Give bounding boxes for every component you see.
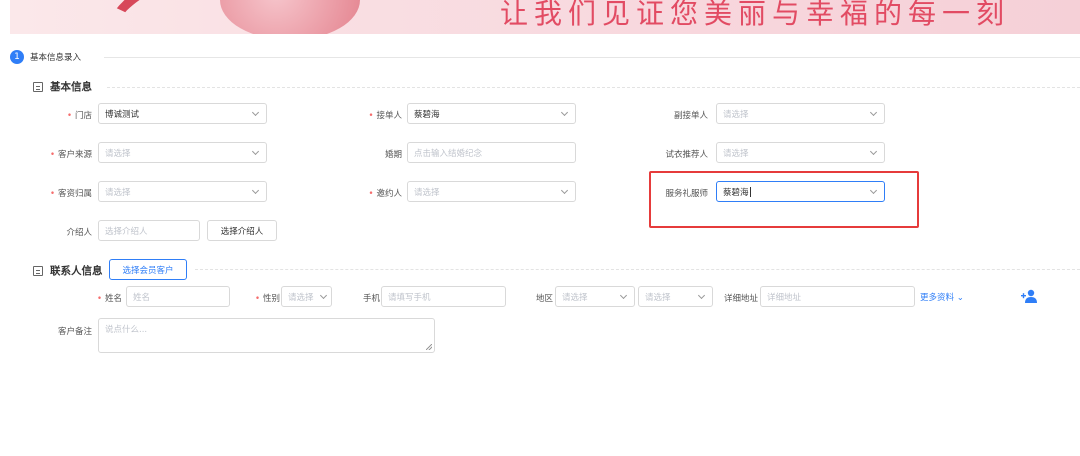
region-label: 地区: [535, 294, 553, 304]
step-number: 1: [10, 50, 24, 64]
phone-input[interactable]: 请填写手机: [381, 286, 506, 307]
add-contact-icon[interactable]: [1021, 289, 1039, 303]
receiver-label: • 接单人: [368, 111, 402, 121]
vice-receiver-label: 副接单人: [673, 111, 708, 121]
region-province-select[interactable]: 请选择: [555, 286, 635, 307]
inviter-label: • 邀约人: [368, 189, 402, 199]
section-contact-info: 联系人信息: [33, 263, 103, 278]
section-title: 联系人信息: [50, 265, 103, 277]
source-label: • 客户来源: [49, 150, 92, 160]
chevron-down-icon: [560, 186, 569, 195]
chevron-down-icon: [697, 291, 706, 300]
phone-label: 手机: [362, 294, 380, 304]
gender-label: • 性别: [254, 294, 280, 304]
remark-label: 客户备注: [57, 327, 92, 337]
step-title: 基本信息录入: [30, 53, 82, 63]
more-info-link[interactable]: 更多资料 ⌄: [920, 291, 964, 303]
step-header: 1 基本信息录入: [10, 50, 81, 64]
chevron-down-icon: [251, 108, 260, 117]
remark-textarea[interactable]: 说点什么...: [98, 318, 435, 353]
chevron-down-icon: ⌄: [956, 293, 964, 303]
promo-banner: 让我们见证您美丽与幸福的每一刻: [10, 0, 1080, 34]
store-select[interactable]: 博诚测试: [98, 103, 267, 124]
section-title: 基本信息: [50, 81, 92, 93]
name-label: • 姓名: [96, 294, 122, 304]
address-label: 详细地址: [723, 294, 758, 304]
chevron-down-icon: [869, 108, 878, 117]
wedding-label: 婚期: [384, 150, 402, 160]
introducer-input[interactable]: 选择介绍人: [98, 220, 200, 241]
contact-card-icon: [33, 265, 43, 276]
wedding-date-input[interactable]: 点击输入结婚纪念: [407, 142, 576, 163]
resize-handle[interactable]: [426, 344, 432, 350]
store-label: • 门店: [66, 111, 92, 121]
vice-receiver-select[interactable]: 请选择: [716, 103, 885, 124]
fitting-recommender-label: 试衣推荐人: [665, 150, 708, 160]
chevron-down-icon: [869, 147, 878, 156]
highlight-box: [649, 171, 919, 228]
chevron-down-icon: [319, 291, 328, 300]
receiver-select[interactable]: 蔡碧海: [407, 103, 576, 124]
banner-slogan: 让我们见证您美丽与幸福的每一刻: [500, 0, 1011, 30]
gender-select[interactable]: 请选择: [281, 286, 332, 307]
belonging-select[interactable]: 请选择: [98, 181, 267, 202]
introducer-label: 介绍人: [66, 228, 92, 238]
chevron-down-icon: [251, 147, 260, 156]
belonging-label: • 客资归属: [49, 189, 92, 199]
section-basic-info: 基本信息: [33, 79, 92, 94]
document-icon: [33, 81, 43, 92]
fitting-recommender-select[interactable]: 请选择: [716, 142, 885, 163]
ribbon-decoration-2: [220, 0, 360, 34]
chevron-down-icon: [251, 186, 260, 195]
chevron-down-icon: [560, 108, 569, 117]
address-input[interactable]: 详细地址: [760, 286, 915, 307]
region-city-select[interactable]: 请选择: [638, 286, 713, 307]
inviter-select[interactable]: 请选择: [407, 181, 576, 202]
name-input[interactable]: 姓名: [126, 286, 230, 307]
section-divider: [195, 269, 1080, 270]
chevron-down-icon: [619, 291, 628, 300]
source-select[interactable]: 请选择: [98, 142, 267, 163]
select-member-button[interactable]: 选择会员客户: [109, 259, 187, 280]
step-divider: [104, 57, 1080, 58]
section-divider: [107, 87, 1080, 88]
select-introducer-button[interactable]: 选择介绍人: [207, 220, 277, 241]
